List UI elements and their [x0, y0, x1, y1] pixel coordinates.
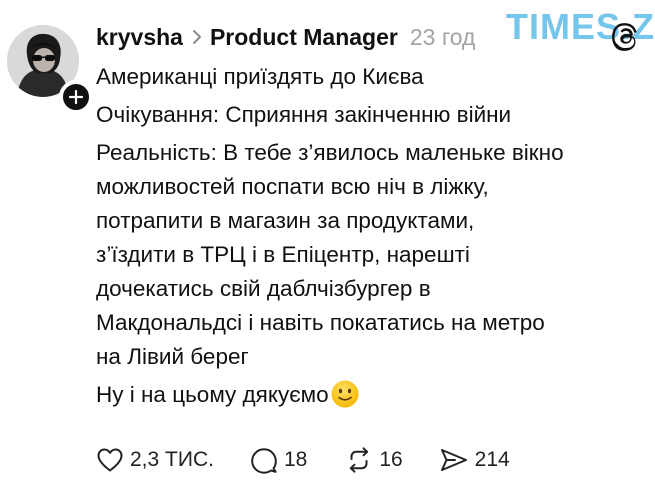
avatar-container[interactable]: [7, 25, 93, 114]
repost-button[interactable]: 16: [345, 446, 403, 474]
post-time: 23 год: [409, 23, 476, 50]
post-line: Очікування: Сприяння закінченню війни: [96, 102, 512, 127]
follow-button[interactable]: [59, 80, 93, 114]
threads-logo-icon[interactable]: [612, 22, 642, 52]
post-body: Американці приїздять до Києва Очікування…: [96, 60, 641, 412]
reply-count: 18: [283, 448, 308, 471]
post-line: дочекатись свій даблчізбургер в: [96, 276, 431, 301]
repost-count: 16: [379, 448, 403, 471]
post-line-last: Ну і на цьому дякуємо: [96, 378, 641, 412]
post-header: kryvsha Product Manager 23 год: [96, 21, 475, 53]
post-line: Реальність: В тебе з’явилось маленьке ві…: [96, 140, 564, 165]
threads-post: TIMES.ZT kryvsha: [0, 0, 655, 489]
slightly-smiling-face-icon: [331, 380, 359, 408]
repost-icon: [350, 447, 369, 473]
username[interactable]: kryvsha: [96, 24, 183, 51]
post-line: потрапити в магазин за продуктами,: [96, 208, 475, 233]
post-line: з’їздити в ТРЦ і в Епіцентр, нарешті: [96, 242, 470, 267]
action-bar: 2,3 ТИС. 18 16 214: [96, 446, 510, 474]
share-count: 214: [474, 448, 510, 471]
like-count: 2,3 ТИС.: [130, 448, 214, 471]
send-icon: [440, 449, 467, 471]
heart-icon: [97, 448, 123, 472]
post-line: Макдональдсі і навіть покататись на метр…: [96, 310, 545, 335]
comment-icon: [251, 447, 277, 474]
post-line: можливостей поспати всю ніч в ліжку,: [96, 174, 489, 199]
post-line: Американці приїздять до Києва: [96, 64, 424, 89]
post-line: Ну і на цьому дякуємо: [96, 382, 329, 407]
plus-icon: [68, 89, 84, 105]
like-button[interactable]: 2,3 ТИС.: [96, 447, 214, 473]
post-line: на Лівий берег: [96, 344, 249, 369]
topic-tag[interactable]: Product Manager: [210, 24, 398, 51]
reply-button[interactable]: 18: [250, 447, 307, 474]
share-button[interactable]: 214: [439, 447, 510, 473]
chevron-right-icon: [192, 29, 202, 45]
